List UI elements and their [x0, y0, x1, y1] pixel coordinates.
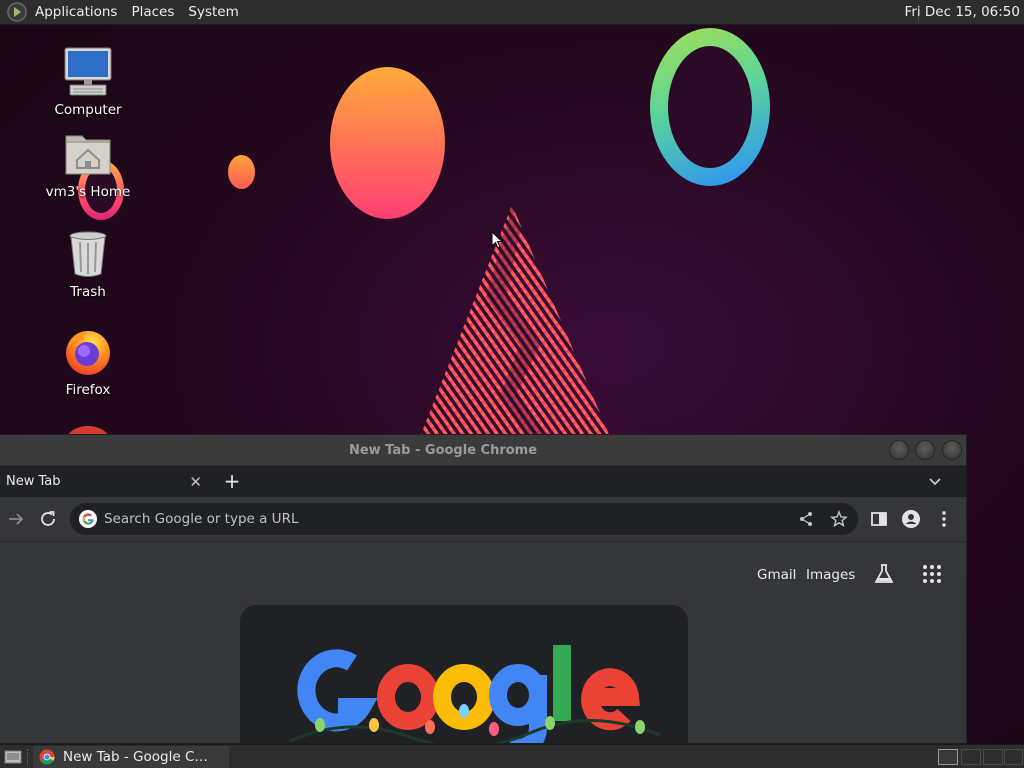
clock[interactable]: Fri Dec 15, 06:50 [905, 0, 1020, 25]
tab-new-tab[interactable]: New Tab ✕ [0, 467, 214, 497]
firefox-icon [66, 331, 110, 375]
tab-close-icon[interactable]: ✕ [189, 467, 202, 497]
taskbar-item-label: New Tab - Google C… [63, 749, 208, 765]
wallpaper-gradient-ring [650, 28, 770, 186]
workspace-3[interactable] [983, 749, 1003, 765]
tab-search-chevron-icon[interactable] [924, 470, 946, 492]
wallpaper-striped-peak [420, 205, 610, 437]
workspace-2[interactable] [961, 749, 981, 765]
new-tab-button[interactable]: + [221, 468, 243, 494]
system-menu[interactable]: System [181, 0, 245, 25]
bookmark-star-icon[interactable] [830, 510, 848, 528]
apps-grid-icon[interactable] [920, 562, 944, 586]
wallpaper-small-orb [228, 155, 255, 189]
wallpaper-large-orb [330, 67, 445, 219]
google-doodle-logo [290, 645, 660, 743]
computer-icon [64, 47, 112, 96]
desktop-icon-firefox[interactable]: Firefox [33, 326, 143, 398]
workspace-1[interactable] [938, 749, 958, 765]
chrome-window: New Tab - Google Chrome New Tab ✕ + Sear… [0, 434, 967, 744]
images-link[interactable]: Images [806, 567, 855, 583]
taskbar-item-chrome[interactable]: New Tab - Google C… [33, 746, 229, 768]
mouse-pointer-icon [491, 231, 503, 249]
show-desktop-icon[interactable] [4, 748, 22, 766]
desktop-icon-home[interactable]: vm3's Home [33, 128, 143, 200]
trash-icon [69, 231, 107, 277]
desktop-icon-computer[interactable]: Computer [33, 46, 143, 118]
desktop-icon-label: vm3's Home [45, 184, 131, 200]
desktop-icon-label: Trash [70, 284, 106, 300]
bottom-panel: New Tab - Google C… [0, 744, 1024, 768]
chrome-icon [39, 749, 55, 765]
forward-arrow-icon[interactable] [5, 508, 27, 530]
window-titlebar[interactable]: New Tab - Google Chrome [0, 435, 966, 466]
gmail-link[interactable]: Gmail [757, 567, 796, 583]
window-title: New Tab - Google Chrome [348, 443, 538, 458]
desktop-icon-label: Firefox [65, 382, 111, 398]
close-button[interactable] [942, 440, 962, 460]
maximize-button[interactable] [915, 440, 935, 460]
labs-flask-icon[interactable] [872, 562, 896, 586]
side-panel-icon[interactable] [868, 508, 890, 530]
share-icon[interactable] [798, 511, 814, 527]
reload-icon[interactable] [37, 508, 59, 530]
tab-strip: New Tab ✕ + [0, 466, 966, 497]
places-menu[interactable]: Places [124, 0, 181, 25]
panel-separator [27, 749, 29, 765]
browser-toolbar [0, 497, 966, 542]
tab-label: New Tab [6, 474, 61, 489]
omnibox[interactable] [70, 503, 858, 535]
desktop-icon-label: Computer [54, 102, 122, 118]
google-doodle-card[interactable] [240, 605, 688, 743]
omnibox-input[interactable] [104, 509, 744, 529]
applications-menu[interactable]: Applications [28, 0, 124, 25]
top-panel: Applications Places System Fri Dec 15, 0… [0, 0, 1024, 25]
desktop-icon-trash[interactable]: Trash [33, 228, 143, 300]
minimize-button[interactable] [889, 440, 909, 460]
workspace-4[interactable] [1004, 749, 1023, 765]
home-folder-icon [65, 135, 111, 175]
profile-avatar-icon[interactable] [900, 508, 922, 530]
new-tab-page: Gmail Images [0, 542, 966, 743]
google-g-icon [79, 510, 97, 528]
mate-menu-icon[interactable] [6, 1, 28, 23]
kebab-menu-icon[interactable] [933, 508, 955, 530]
